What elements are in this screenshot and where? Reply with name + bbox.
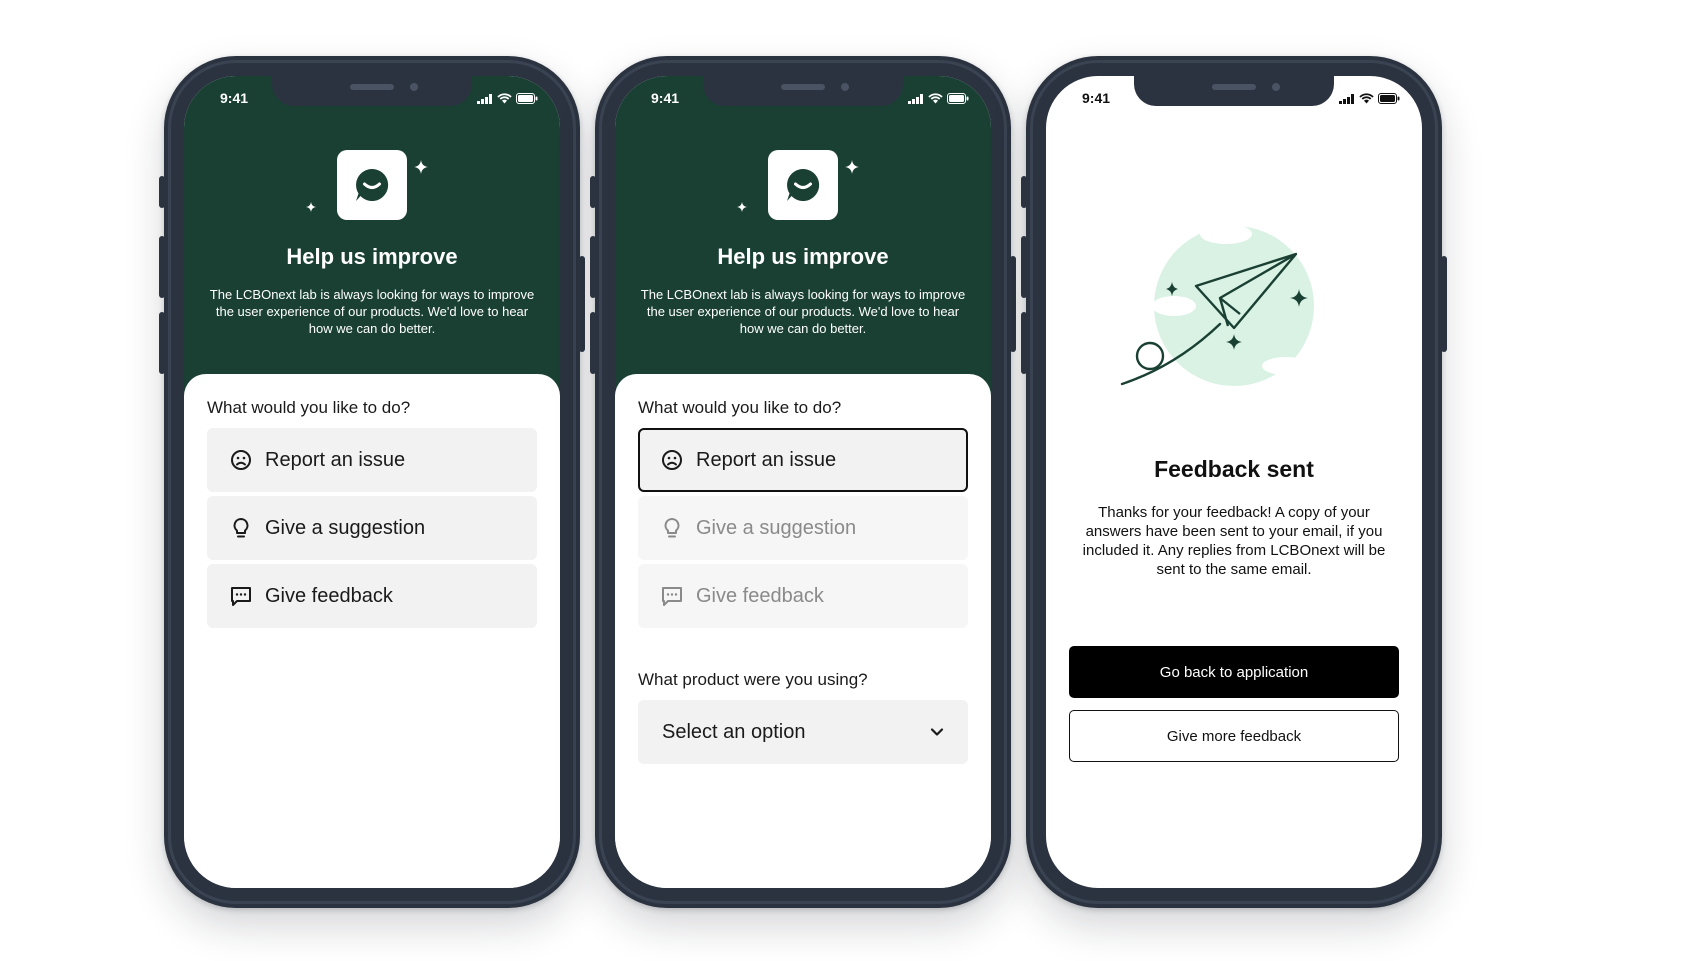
status-bar: 9:41 xyxy=(615,90,991,110)
paper-plane-illustration xyxy=(1120,224,1314,386)
chat-bubble-icon xyxy=(662,587,682,606)
question-label: What would you like to do? xyxy=(207,398,411,417)
smile-chat-icon xyxy=(356,168,389,201)
content-sheet: What would you like to do? Report an iss… xyxy=(184,374,560,888)
give-feedback-option[interactable]: Give feedback xyxy=(638,564,968,628)
header-panel: 9:41 Help us improve The LCBOnext lab is… xyxy=(184,76,560,406)
confirmation-description: Thanks for your feedback! A copy of your… xyxy=(1082,504,1386,578)
give-suggestion-option[interactable]: Give a suggestion xyxy=(207,496,537,560)
wifi-icon xyxy=(1359,93,1374,104)
confirmation-title: Feedback sent xyxy=(1154,456,1314,482)
screen-1: 9:41 Help us improve The LCBOnext lab is… xyxy=(184,76,560,888)
select-value: Select an option xyxy=(662,720,806,743)
lightbulb-icon xyxy=(233,518,249,538)
sparkle-icon xyxy=(414,160,428,174)
option-label: Give a suggestion xyxy=(265,516,426,539)
option-label: Give feedback xyxy=(265,584,393,607)
status-bar: 9:41 xyxy=(1046,90,1422,110)
signal-icon xyxy=(1339,93,1354,104)
page-title: Help us improve xyxy=(286,244,458,269)
product-question-label: What product were you using? xyxy=(638,670,868,689)
sad-face-icon xyxy=(662,450,682,470)
screen-3: 9:41 Feedback sent Thanks for your feedb… xyxy=(1046,76,1422,888)
sad-face-icon xyxy=(231,450,251,470)
option-label: Report an issue xyxy=(265,448,406,471)
content-sheet: What would you like to do? Report an iss… xyxy=(615,374,991,888)
option-label: Give a suggestion xyxy=(696,516,857,539)
give-suggestion-option[interactable]: Give a suggestion xyxy=(638,496,968,560)
phone-screen-1: 9:41 Help us improve The LCBOnext lab is… xyxy=(159,56,585,908)
battery-icon xyxy=(1378,93,1400,104)
header-panel: 9:41 Help us improve The LCBOnext lab is… xyxy=(615,76,991,406)
phone-screen-3: 9:41 Feedback sent Thanks for your feedb… xyxy=(1021,56,1447,908)
sparkle-icon xyxy=(845,160,859,174)
go-back-button[interactable]: Go back to application xyxy=(1069,646,1399,698)
lightbulb-icon xyxy=(664,518,680,538)
sparkle-icon xyxy=(737,202,747,212)
status-time: 9:41 xyxy=(220,90,249,106)
status-time: 9:41 xyxy=(651,90,680,106)
app-logo xyxy=(768,150,838,220)
wifi-icon xyxy=(497,93,512,104)
sparkle-icon xyxy=(306,202,316,212)
battery-icon xyxy=(947,93,969,104)
page-description: The LCBOnext lab is always looking for w… xyxy=(209,287,535,336)
chat-bubble-icon xyxy=(231,587,251,606)
wifi-icon xyxy=(928,93,943,104)
report-issue-option[interactable]: Report an issue xyxy=(638,428,968,492)
report-issue-option[interactable]: Report an issue xyxy=(207,428,537,492)
option-label: Give feedback xyxy=(696,584,824,607)
option-label: Report an issue xyxy=(696,448,837,471)
status-time: 9:41 xyxy=(1082,90,1111,106)
give-feedback-option[interactable]: Give feedback xyxy=(207,564,537,628)
app-logo xyxy=(337,150,407,220)
signal-icon xyxy=(908,93,923,104)
give-more-feedback-button[interactable]: Give more feedback xyxy=(1069,710,1399,762)
chevron-down-icon xyxy=(930,728,944,736)
screen-2: 9:41 Help us improve The LCBOnext lab is… xyxy=(615,76,991,888)
question-label: What would you like to do? xyxy=(638,398,842,417)
status-bar: 9:41 xyxy=(184,90,560,110)
product-select[interactable]: Select an option xyxy=(638,700,968,764)
page-description: The LCBOnext lab is always looking for w… xyxy=(640,287,966,336)
battery-icon xyxy=(516,93,538,104)
phone-screen-2: 9:41 Help us improve The LCBOnext lab is… xyxy=(590,56,1016,908)
page-title: Help us improve xyxy=(717,244,889,269)
smile-chat-icon xyxy=(787,168,820,201)
signal-icon xyxy=(477,93,492,104)
